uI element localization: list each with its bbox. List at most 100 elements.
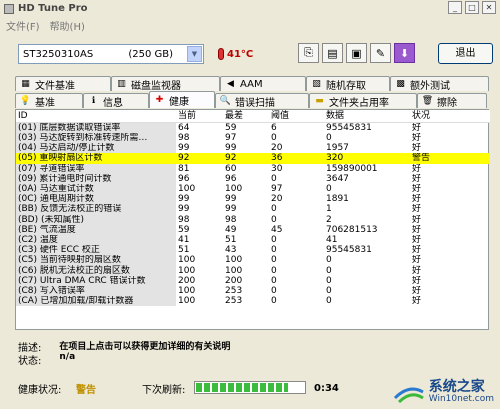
- tab-benchmark[interactable]: 💡 基准: [15, 93, 83, 109]
- tab-random-access[interactable]: ▧ 随机存取: [306, 76, 390, 92]
- cell-threshold: 0: [271, 234, 277, 245]
- download-arrow-icon: ⬇: [399, 46, 410, 60]
- cell-data: 1: [326, 204, 332, 215]
- table-row[interactable]: (0C) 通电周期计数 99 99 20 1891 好: [16, 194, 490, 205]
- cell-threshold: 45: [271, 224, 283, 235]
- cell-id: (03) 马达旋转到标准转速所需…: [16, 133, 176, 144]
- folder-icon: ▬: [315, 96, 324, 106]
- col-worst[interactable]: 最差: [223, 110, 269, 123]
- cell-id: (BD) (未知属性): [16, 214, 176, 225]
- cell-id: (09) 累计通电时间计数: [16, 173, 176, 184]
- bulb-icon: 💡: [19, 96, 32, 106]
- cell-status: 好: [412, 204, 422, 215]
- cell-threshold: 6: [271, 123, 277, 133]
- tab-error-scan[interactable]: 🔍 错误扫描: [215, 93, 309, 109]
- drive-select[interactable]: ST3250310AS (250 GB) ▼: [18, 44, 204, 64]
- menu-help[interactable]: 帮助(H): [50, 18, 85, 34]
- table-row[interactable]: (04) 马达启动/停止计数 99 99 20 1957 好: [16, 143, 490, 154]
- status-value: n/a: [59, 352, 76, 362]
- description-value: 在项目上点击可以获得更加详细的有关说明: [59, 342, 231, 352]
- drive-size: (250 GB): [128, 48, 173, 60]
- cell-worst: 253: [225, 285, 243, 296]
- cell-worst: 99: [225, 194, 237, 205]
- menu-file[interactable]: 文件(F): [6, 18, 40, 34]
- tab-file-benchmark[interactable]: ▦ 文件基准: [15, 76, 111, 92]
- minimize-button[interactable]: _: [448, 1, 462, 14]
- cell-id: (C6) 脱机无法校正的扇区数: [16, 265, 176, 276]
- cell-current: 100: [178, 285, 196, 296]
- table-row[interactable]: (C3) 硬件 ECC 校正 51 43 0 95545831 好: [16, 245, 490, 256]
- chevron-down-icon[interactable]: ▼: [187, 46, 202, 62]
- cell-id: (C7) Ultra DMA CRC 错误计数: [16, 275, 176, 286]
- table-row[interactable]: (CA) 已增加加载/卸载计数器 100 253 0 0 好: [16, 296, 490, 307]
- cell-threshold: 0: [271, 296, 277, 307]
- col-current[interactable]: 当前: [176, 110, 223, 123]
- tab-disk-monitor[interactable]: ▥ 磁盘监视器: [111, 76, 220, 92]
- exit-button[interactable]: 退出: [438, 43, 493, 64]
- cell-status: 好: [412, 214, 422, 225]
- cell-current: 51: [178, 245, 190, 256]
- copy-info-button[interactable]: ⎘: [298, 43, 319, 63]
- cell-status: 好: [412, 163, 422, 174]
- table-row[interactable]: (C5) 当前待映射的扇区数 100 100 0 0 好: [16, 255, 490, 266]
- cell-status: 好: [412, 296, 422, 307]
- cell-current: 100: [178, 265, 196, 276]
- cell-status: 好: [412, 184, 422, 195]
- temperature-readout: 41°C: [218, 48, 253, 60]
- status-label: 状态:: [18, 356, 42, 367]
- table-row[interactable]: (0A) 马达重试计数 100 100 97 0 好: [16, 183, 490, 195]
- cell-status: 好: [412, 245, 422, 256]
- cell-id: (07) 寻道错误率: [16, 163, 176, 174]
- table-row[interactable]: (C2) 温度 41 51 0 41 好: [16, 234, 490, 246]
- table-row[interactable]: (C8) 写入错误率 100 253 0 0 好: [16, 285, 490, 296]
- table-row[interactable]: (07) 寻道错误率 81 60 30 159890001 好: [16, 163, 490, 174]
- options-button[interactable]: ✎: [370, 43, 391, 63]
- tab-health[interactable]: ✚ 健康: [149, 91, 215, 108]
- health-status-badge: 警告: [76, 384, 96, 396]
- table-row[interactable]: (09) 累计通电时间计数 96 96 0 3647 好: [16, 173, 490, 184]
- cell-worst: 96: [225, 173, 237, 184]
- tab-aam[interactable]: ◀ AAM: [220, 76, 306, 91]
- table-row[interactable]: (03) 马达旋转到标准转速所需… 98 97 0 0 好: [16, 133, 490, 144]
- tab-info[interactable]: ℹ 信息: [83, 93, 149, 109]
- download-button[interactable]: ⬇: [394, 43, 415, 63]
- cell-data: 3647: [326, 173, 349, 184]
- cell-data: 95545831: [326, 123, 372, 133]
- extra-icon: ▩: [396, 79, 405, 89]
- cell-data: 0: [326, 296, 332, 307]
- thermometer-icon: [218, 48, 224, 60]
- drive-name: ST3250310AS: [23, 48, 94, 60]
- table-row[interactable]: (BD) (未知属性) 98 98 0 2 好: [16, 214, 490, 225]
- col-threshold[interactable]: 阈值: [269, 110, 324, 123]
- cell-worst: 100: [225, 184, 243, 195]
- col-data[interactable]: 数据: [324, 110, 410, 123]
- table-row[interactable]: (C6) 脱机无法校正的扇区数 100 100 0 0 好: [16, 265, 490, 276]
- tab-extra-tests[interactable]: ▩ 额外测试: [390, 76, 489, 92]
- watermark-logo: [393, 382, 425, 404]
- save-button[interactable]: ▣: [346, 43, 367, 63]
- watermark-main: 系统之家: [428, 379, 485, 395]
- cell-id: (01) 底层数据读取错误率: [16, 122, 176, 133]
- cell-current: 59: [178, 224, 190, 235]
- cell-current: 98: [178, 214, 190, 225]
- cell-id: (CA) 已增加加载/卸载计数器: [16, 296, 176, 307]
- maximize-button[interactable]: □: [465, 1, 479, 14]
- table-row[interactable]: (BE) 气流温度 59 49 45 706281513 好: [16, 224, 490, 235]
- table-row[interactable]: (C7) Ultra DMA CRC 错误计数 200 200 0 0 好: [16, 275, 490, 286]
- watermark: 系统之家 Win10net.com: [393, 379, 494, 405]
- col-id[interactable]: ID: [16, 110, 176, 123]
- cell-worst: 253: [225, 296, 243, 307]
- tab-erase[interactable]: 🗑 擦除: [417, 93, 487, 109]
- copy-screenshot-button[interactable]: ▤: [322, 43, 343, 63]
- tab-folder-usage[interactable]: ▬ 文件夹占用率: [309, 93, 417, 109]
- table-row[interactable]: (BB) 反馈无法校正的错误 99 99 0 1 好: [16, 204, 490, 215]
- table-row[interactable]: (05) 重映射扇区计数 92 92 36 320 警告: [16, 153, 490, 164]
- table-row[interactable]: (01) 底层数据读取错误率 64 59 6 95545831 好: [16, 122, 490, 133]
- monitor-icon: ▥: [117, 79, 126, 89]
- cell-status: 好: [412, 133, 422, 144]
- col-status[interactable]: 状况: [410, 110, 490, 123]
- close-button[interactable]: ✕: [482, 1, 496, 14]
- cell-worst: 99: [225, 204, 237, 215]
- cell-threshold: 0: [271, 204, 277, 215]
- cell-worst: 59: [225, 123, 237, 133]
